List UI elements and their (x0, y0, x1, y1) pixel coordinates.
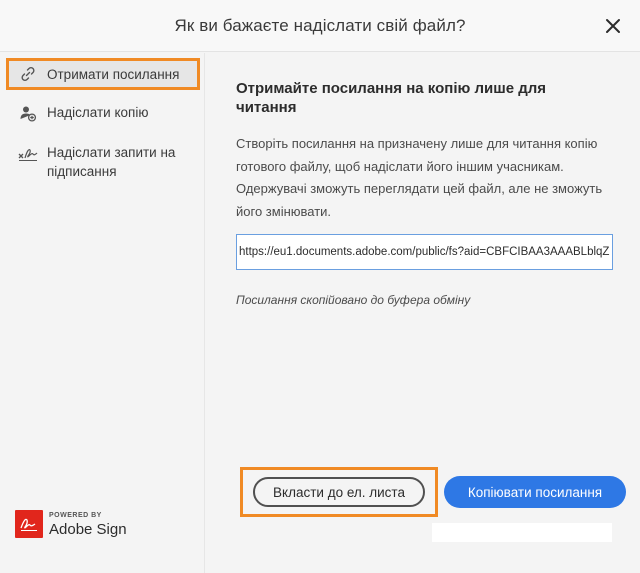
dialog-title: Як ви бажаєте надіслати свій файл? (174, 15, 466, 35)
powered-by-label: POWERED BY (49, 511, 102, 519)
sidebar: Отримати посилання Надіслати копію Надіс… (0, 53, 205, 573)
sidebar-item-label: Надіслати запити на підписання (47, 145, 176, 179)
add-user-icon (17, 103, 39, 122)
dialog-header: Як ви бажаєте надіслати свій файл? (0, 0, 640, 52)
sidebar-item-send-copy[interactable]: Надіслати копію (6, 103, 200, 122)
share-dialog: Як ви бажаєте надіслати свій файл? Отрим… (0, 0, 640, 573)
signature-icon (17, 143, 39, 162)
embed-in-email-button[interactable]: Вкласти до ел. листа (253, 477, 425, 507)
share-link-field[interactable] (236, 234, 613, 270)
brand-name: Adobe Sign (49, 520, 127, 538)
adobe-sign-brand: POWERED BY Adobe Sign (15, 510, 127, 538)
panel-title: Отримайте посилання на копію лише для чи… (236, 80, 547, 116)
sidebar-item-label: Надіслати копію (47, 105, 149, 120)
main-panel: Отримайте посилання на копію лише для чи… (206, 53, 640, 573)
blank-area (432, 523, 612, 542)
link-icon (17, 65, 39, 84)
adobe-sign-logo (15, 510, 43, 538)
sidebar-item-get-link[interactable]: Отримати посилання (6, 58, 200, 90)
panel-description: Створіть посилання на призначену лише дл… (236, 136, 603, 219)
sidebar-item-label: Отримати посилання (47, 66, 180, 82)
close-icon[interactable] (604, 17, 622, 35)
embed-button-highlight: Вкласти до ел. листа (240, 467, 438, 517)
copied-message: Посилання скопійовано до буфера обміну (236, 293, 471, 307)
copy-link-button[interactable]: Копіювати посилання (444, 476, 626, 508)
sidebar-item-request-signatures[interactable]: Надіслати запити на підписання (6, 143, 196, 181)
